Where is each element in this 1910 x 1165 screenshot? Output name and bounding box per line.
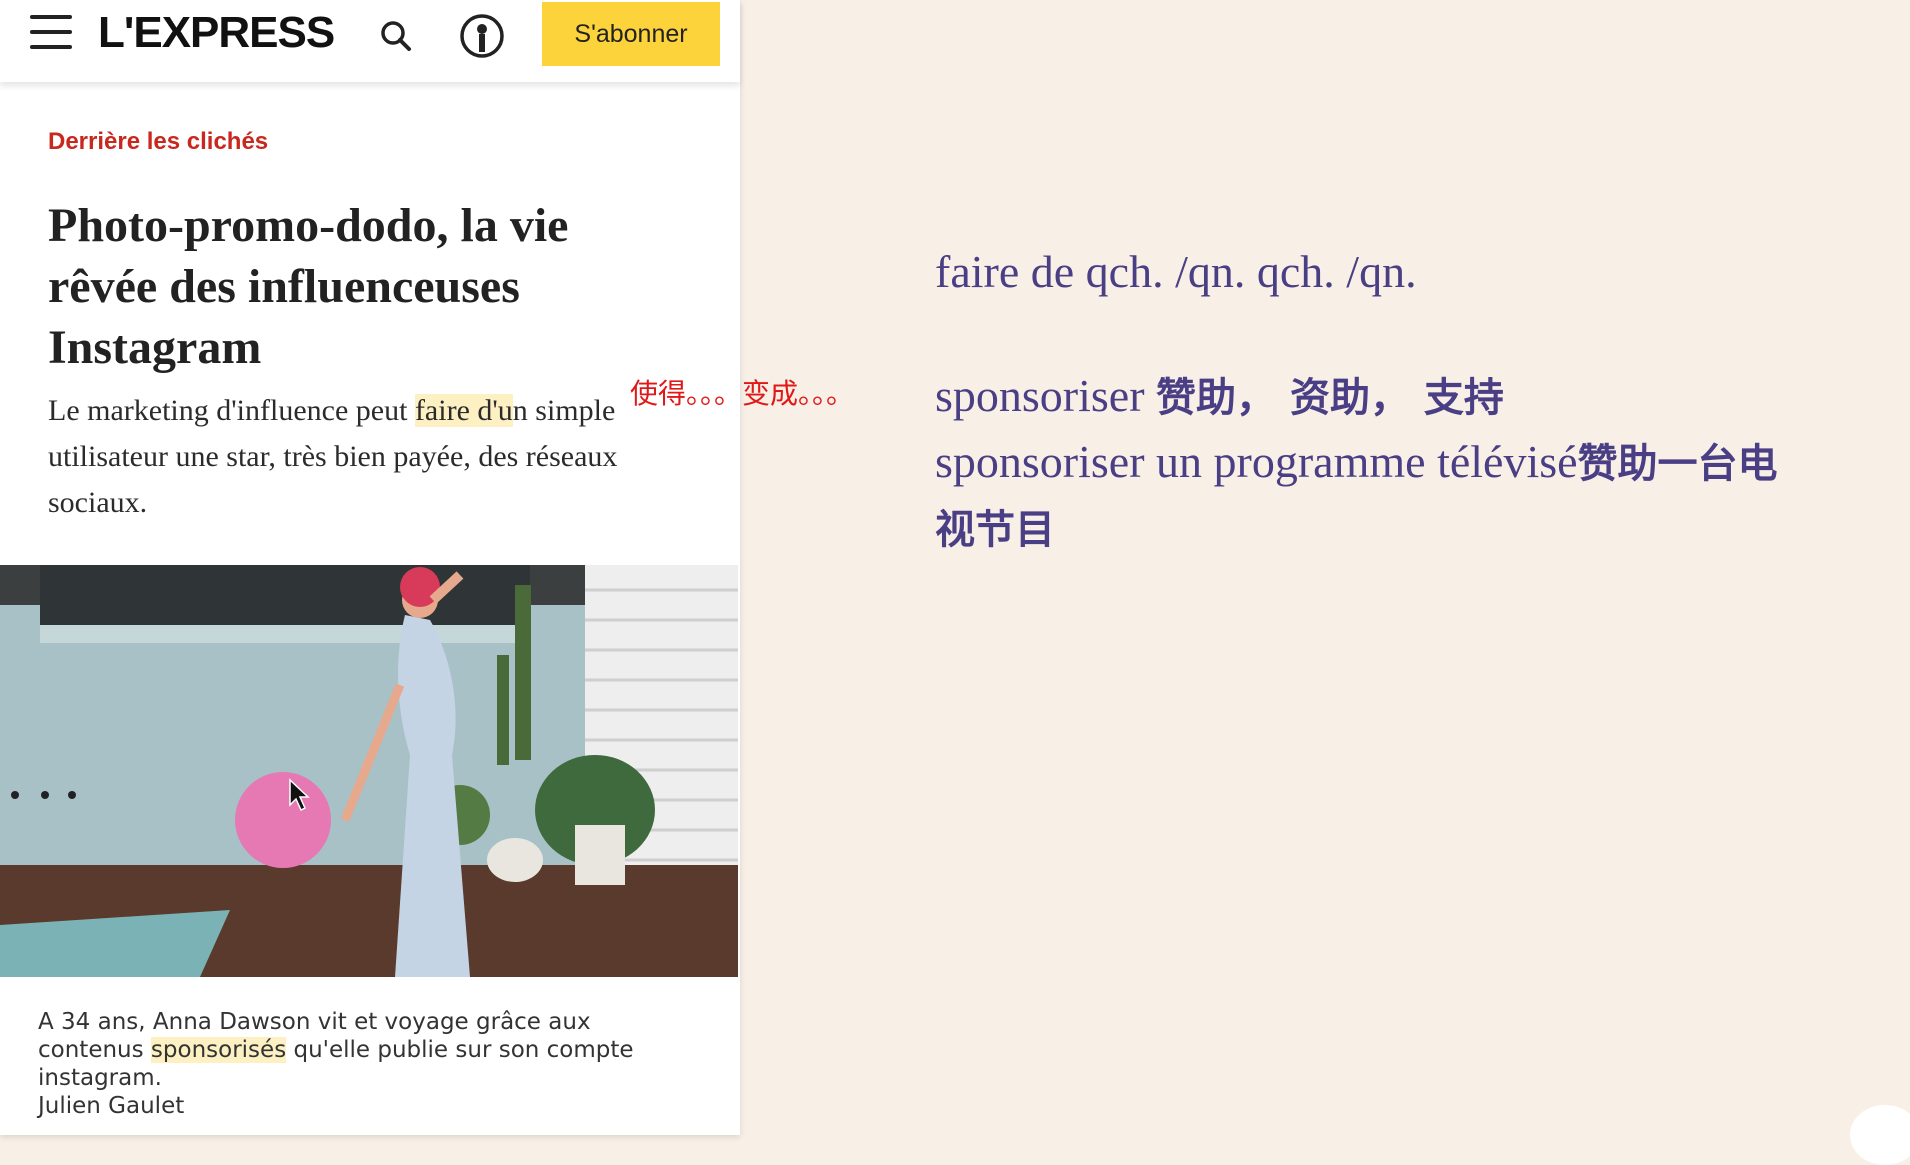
corner-bubble-icon (1850, 1105, 1910, 1165)
note-line-4: 视节目 (935, 496, 1910, 562)
article-lead: Le marketing d'influence peut faire d'un… (48, 388, 688, 526)
note-line-2-french: sponsoriser (935, 370, 1157, 421)
site-logo[interactable]: L'EXPRESS (98, 8, 335, 58)
photo-caption: A 34 ans, Anna Dawson vit et voyage grâc… (38, 1008, 688, 1120)
translation-annotation: 使得。。。变成。。。 (630, 377, 855, 410)
menu-icon[interactable] (30, 15, 72, 55)
account-icon[interactable] (458, 12, 506, 60)
note-line-2-chinese: 赞助， 资助， 支持 (1156, 375, 1504, 421)
note-line-3: sponsoriser un programme télévisé赞助一台电 (935, 430, 1910, 496)
note-line-3-french: sponsoriser un programme télévisé (935, 436, 1578, 487)
note-line-3-chinese: 赞助一台电 (1577, 441, 1778, 487)
caption-highlight: sponsorisés (150, 1037, 287, 1063)
article-panel: L'EXPRESS S'abonner Derrière les clichés… (0, 0, 740, 1135)
search-icon[interactable] (376, 16, 416, 56)
subscribe-button[interactable]: S'abonner (542, 2, 720, 66)
lead-highlight: faire d'u (414, 394, 513, 427)
photo-credit: Julien Gaulet (38, 1093, 185, 1119)
note-line-2: sponsoriser 赞助， 资助， 支持 (935, 364, 1910, 430)
article-headline: Photo-promo-dodo, la vie rêvée des influ… (48, 199, 569, 374)
vocabulary-notes: faire de qch. /qn. qch. /qn. sponsoriser… (935, 240, 1910, 562)
site-header: L'EXPRESS S'abonner (0, 0, 740, 82)
article-photo (0, 565, 738, 977)
article-kicker[interactable]: Derrière les clichés (48, 128, 268, 156)
lead-text-start: Le marketing d'influence peut (48, 394, 415, 427)
note-line-4-chinese: 视节目 (935, 507, 1055, 553)
note-line-1: faire de qch. /qn. qch. /qn. (935, 246, 1417, 297)
